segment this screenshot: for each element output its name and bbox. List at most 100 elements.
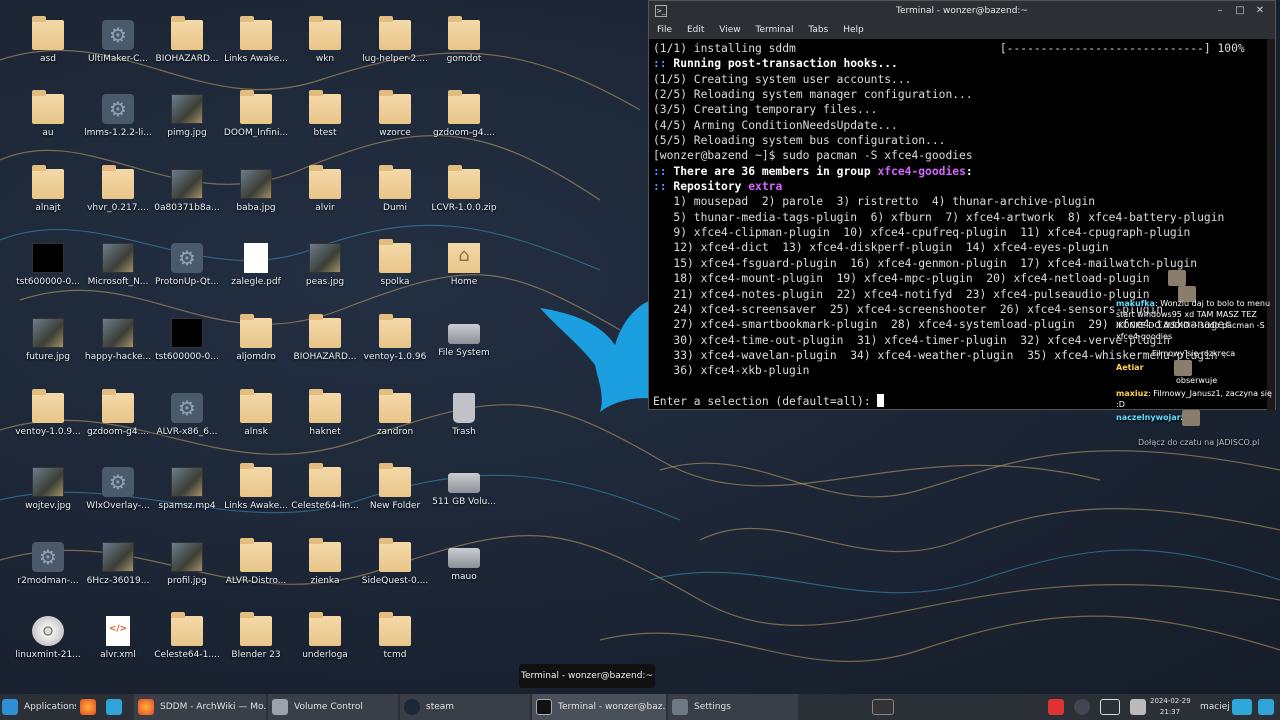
minimize-button[interactable]: – bbox=[1211, 1, 1229, 21]
desktop-icon[interactable]: gzdoom-g4.... bbox=[429, 88, 499, 160]
volume-icon[interactable] bbox=[1130, 699, 1146, 715]
desktop-icon[interactable]: underloga bbox=[290, 610, 360, 682]
desktop-icon[interactable]: BIOHAZARD... bbox=[152, 14, 222, 86]
menu-help[interactable]: Help bbox=[843, 25, 864, 35]
desktop-icon[interactable]: File System bbox=[429, 312, 499, 384]
desktop-icon[interactable]: LCVR-1.0.0.zip bbox=[429, 163, 499, 235]
desktop-icon[interactable]: wkn bbox=[290, 14, 360, 86]
desktop-icon[interactable]: zienka bbox=[290, 536, 360, 608]
desktop-icon[interactable]: DOOM_Infini... bbox=[221, 88, 291, 160]
desktop-icon[interactable]: asd bbox=[13, 14, 83, 86]
desktop-icon-label: happy-hacke... bbox=[84, 352, 152, 362]
desktop-icon[interactable]: Home bbox=[429, 237, 499, 309]
desktop-icon[interactable]: zandron bbox=[360, 387, 430, 459]
desktop-icon[interactable]: ALVR-Distro... bbox=[221, 536, 291, 608]
desktop-icon[interactable]: Trash bbox=[429, 387, 499, 459]
desktop-icon[interactable]: BIOHAZARD... bbox=[290, 312, 360, 384]
desktop-icon-label: 0a80371b8a... bbox=[154, 203, 220, 213]
task-volume-control[interactable]: Volume Control bbox=[268, 694, 398, 720]
desktop-icon-label: DOOM_Infini... bbox=[223, 128, 289, 138]
desktop-icon[interactable]: WlxOverlay-... bbox=[83, 461, 153, 533]
maximize-button[interactable]: □ bbox=[1231, 1, 1249, 21]
desktop-icon[interactable]: happy-hacke... bbox=[83, 312, 153, 384]
workspace-switcher[interactable] bbox=[872, 699, 894, 715]
desktop-icon[interactable]: Links Awake... bbox=[221, 14, 291, 86]
settings-launcher-icon[interactable] bbox=[106, 699, 122, 715]
desktop-icon[interactable]: profil.jpg bbox=[152, 536, 222, 608]
desktop-icon[interactable]: spolka bbox=[360, 237, 430, 309]
desktop-icon[interactable]: 0a80371b8a... bbox=[152, 163, 222, 235]
battery-icon[interactable] bbox=[1100, 699, 1120, 715]
desktop-icon[interactable]: alvir bbox=[290, 163, 360, 235]
text-cursor bbox=[877, 393, 885, 407]
notification-tray-icon[interactable] bbox=[1048, 699, 1064, 715]
desktop-icon[interactable]: alnajt bbox=[13, 163, 83, 235]
group-colon: : bbox=[965, 164, 973, 178]
task-steam[interactable]: steam bbox=[400, 694, 530, 720]
desktop-icon[interactable]: au bbox=[13, 88, 83, 160]
desktop-icon[interactable]: wojtev.jpg bbox=[13, 461, 83, 533]
desktop-icon[interactable]: New Folder bbox=[360, 461, 430, 533]
clock[interactable]: 2024-02-29 21:37 bbox=[1150, 694, 1190, 720]
task-terminal[interactable]: Terminal - wonzer@baz... bbox=[532, 694, 666, 720]
menu-file[interactable]: File bbox=[657, 25, 672, 35]
panel-settings-icon[interactable] bbox=[1258, 699, 1274, 715]
desktop-icon[interactable]: pimg.jpg bbox=[152, 88, 222, 160]
menu-view[interactable]: View bbox=[719, 25, 740, 35]
desktop-icon[interactable]: alnsk bbox=[221, 387, 291, 459]
desktop-icon[interactable]: haknet bbox=[290, 387, 360, 459]
desktop-icon[interactable]: peas.jpg bbox=[290, 237, 360, 309]
desktop-icon[interactable]: btest bbox=[290, 88, 360, 160]
desktop-icon[interactable]: ventoy-1.0.9... bbox=[13, 387, 83, 459]
desktop-icon[interactable]: zalegle.pdf bbox=[221, 237, 291, 309]
desktop-icon[interactable]: future.jpg bbox=[13, 312, 83, 384]
applications-menu-button[interactable]: Applications bbox=[2, 694, 76, 720]
desktop-icon[interactable]: tst600000-0... bbox=[152, 312, 222, 384]
desktop-icon[interactable]: lmms-1.2.2-li... bbox=[83, 88, 153, 160]
steam-tray-icon[interactable] bbox=[1074, 699, 1090, 715]
desktop-icon[interactable]: aljomdro bbox=[221, 312, 291, 384]
desktop-icon[interactable]: spamsz.mp4 bbox=[152, 461, 222, 533]
trash-icon bbox=[453, 393, 475, 423]
desktop-icon[interactable]: Dumi bbox=[360, 163, 430, 235]
desktop-icon[interactable]: r2modman-... bbox=[13, 536, 83, 608]
desktop-icon[interactable]: tcmd bbox=[360, 610, 430, 682]
menu-tabs[interactable]: Tabs bbox=[808, 25, 828, 35]
desktop-icon[interactable]: Celeste64-1.... bbox=[152, 610, 222, 682]
desktop-icon[interactable]: Microsoft_N... bbox=[83, 237, 153, 309]
desktop-icon[interactable]: ALVR-x86_6... bbox=[152, 387, 222, 459]
firefox-launcher-icon[interactable] bbox=[80, 699, 96, 715]
user-menu[interactable]: maciej bbox=[1200, 694, 1230, 720]
desktop-icon[interactable]: gomdot bbox=[429, 14, 499, 86]
terminal-titlebar[interactable]: >_ Terminal - wonzer@bazend:~ – □ ✕ bbox=[649, 1, 1275, 21]
menu-terminal[interactable]: Terminal bbox=[755, 25, 793, 35]
desktop-icon[interactable]: 6Hcz-36019... bbox=[83, 536, 153, 608]
close-button[interactable]: ✕ bbox=[1251, 1, 1269, 21]
desktop-icon[interactable]: wzorce bbox=[360, 88, 430, 160]
image-icon bbox=[102, 318, 134, 348]
desktop-icon[interactable]: Celeste64-lin... bbox=[290, 461, 360, 533]
task-firefox[interactable]: SDDM - ArchWiki — Mo... bbox=[134, 694, 266, 720]
desktop-icon[interactable]: mauo bbox=[429, 536, 499, 608]
desktop-icon[interactable]: Blender 23 bbox=[221, 610, 291, 682]
desktop-icon[interactable]: alvr.xml bbox=[83, 610, 153, 682]
task-settings[interactable]: Settings bbox=[668, 694, 798, 720]
member-line: 1) mousepad 2) parole 3) ristretto 4) th… bbox=[653, 195, 1096, 209]
desktop-icon[interactable]: baba.jpg bbox=[221, 163, 291, 235]
desktop-icon[interactable]: UltiMaker-C... bbox=[83, 14, 153, 86]
desktop-icon[interactable]: ProtonUp-Qt... bbox=[152, 237, 222, 309]
desktop-icon[interactable]: Links Awake... bbox=[221, 461, 291, 533]
desktop-icon[interactable]: lug-helper-2.... bbox=[360, 14, 430, 86]
folder-icon bbox=[309, 165, 341, 199]
desktop-icon[interactable]: SideQuest-0.... bbox=[360, 536, 430, 608]
desktop-icon[interactable]: vhvr_0.217.... bbox=[83, 163, 153, 235]
desktop-icon[interactable]: gzdoom-g4.... bbox=[83, 387, 153, 459]
desktop-icon[interactable]: linuxmint-21... bbox=[13, 610, 83, 682]
desktop-icon-label: aljomdro bbox=[236, 352, 276, 362]
menu-edit[interactable]: Edit bbox=[687, 25, 704, 35]
desktop-icon[interactable]: tst600000-0... bbox=[13, 237, 83, 309]
show-desktop-icon[interactable] bbox=[1232, 699, 1252, 715]
member-line: 12) xfce4-dict 13) xfce4-diskperf-plugin… bbox=[653, 241, 1109, 255]
desktop-icon[interactable]: 511 GB Volu... bbox=[429, 461, 499, 533]
desktop-icon[interactable]: ventoy-1.0.96 bbox=[360, 312, 430, 384]
